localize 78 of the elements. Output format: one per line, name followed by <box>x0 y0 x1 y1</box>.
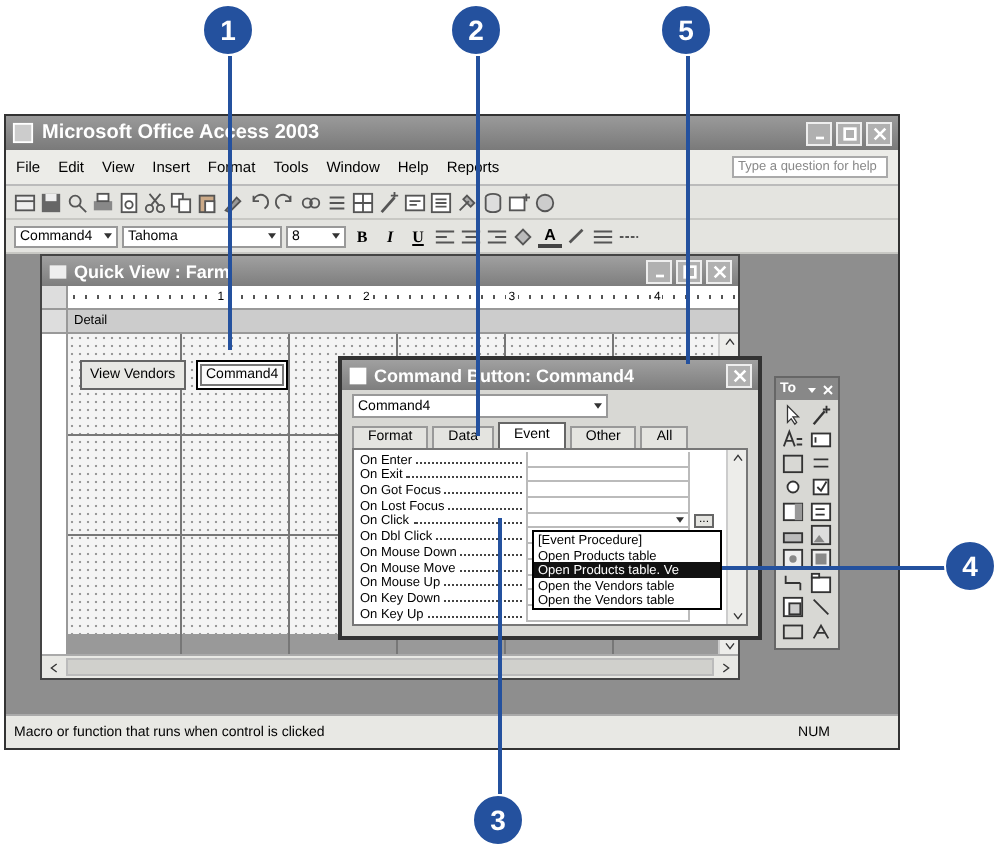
line-width-icon[interactable] <box>592 225 614 247</box>
callout-number: 4 <box>944 540 996 592</box>
close-icon <box>711 263 727 279</box>
property-field[interactable] <box>526 498 690 514</box>
list-icon[interactable] <box>326 191 348 213</box>
scroll-left-icon[interactable] <box>46 659 62 675</box>
app-icon <box>12 122 34 144</box>
line-tool-icon[interactable] <box>810 596 832 618</box>
save-icon[interactable] <box>40 191 62 213</box>
callout-number: 3 <box>472 794 524 846</box>
format-button[interactable]: U <box>406 227 430 245</box>
close-icon[interactable] <box>822 383 834 395</box>
build-icon[interactable] <box>456 191 478 213</box>
textbox-tool-icon[interactable] <box>810 428 832 450</box>
form-icon <box>48 261 68 281</box>
fill-color-icon[interactable] <box>512 225 534 247</box>
callout-number: 5 <box>660 4 712 56</box>
copy-icon[interactable] <box>170 191 192 213</box>
paste-icon[interactable] <box>196 191 218 213</box>
subform-tool-icon[interactable] <box>782 596 804 618</box>
scrollbar-thumb[interactable] <box>66 658 714 676</box>
more-tools-icon[interactable] <box>810 620 832 642</box>
group-frame-icon[interactable] <box>782 452 804 474</box>
properties-icon[interactable] <box>430 191 452 213</box>
format-button[interactable]: B <box>350 227 374 245</box>
preview-icon[interactable] <box>118 191 140 213</box>
page-break-icon[interactable] <box>782 572 804 594</box>
rectangle-tool-icon[interactable] <box>782 620 804 642</box>
close-icon <box>871 125 887 141</box>
minimize-button[interactable] <box>806 121 832 145</box>
caret-icon[interactable] <box>806 383 818 395</box>
pointer-icon[interactable] <box>782 404 804 426</box>
align-left-icon[interactable] <box>434 225 456 247</box>
help-icon[interactable] <box>534 191 556 213</box>
callout-number: 2 <box>450 4 502 56</box>
close-icon <box>731 367 747 383</box>
scroll-up-icon[interactable] <box>721 334 737 350</box>
checkbox-tool-icon[interactable] <box>810 476 832 498</box>
code-icon[interactable] <box>404 191 426 213</box>
line-color-icon[interactable] <box>566 225 588 247</box>
close-button[interactable] <box>726 363 752 387</box>
maximize-icon <box>681 263 697 279</box>
label-tool-icon[interactable] <box>782 428 804 450</box>
printer-icon[interactable] <box>92 191 114 213</box>
align-right-icon[interactable] <box>486 225 508 247</box>
combo-tool-icon[interactable] <box>782 500 804 522</box>
callout-number: 1 <box>202 4 254 56</box>
wand-icon[interactable] <box>378 191 400 213</box>
toggle-tool-icon[interactable] <box>810 452 832 474</box>
listbox-tool-icon[interactable] <box>810 500 832 522</box>
database-icon[interactable] <box>482 191 504 213</box>
scissors-icon[interactable] <box>144 191 166 213</box>
new-object-icon[interactable] <box>508 191 530 213</box>
scroll-up-icon[interactable] <box>729 450 745 466</box>
bound-frame-icon[interactable] <box>810 548 832 570</box>
undo-icon[interactable] <box>248 191 270 213</box>
grid-icon[interactable] <box>352 191 374 213</box>
caret-icon <box>264 228 280 244</box>
view-icon[interactable] <box>14 191 36 213</box>
maximize-icon <box>841 125 857 141</box>
properties-icon <box>348 365 368 385</box>
window-title: Quick View : Farm <box>74 261 232 281</box>
tab-tool-icon[interactable] <box>810 572 832 594</box>
property-field[interactable] <box>526 482 690 499</box>
caret-icon <box>100 228 116 244</box>
property-field[interactable] <box>526 452 690 468</box>
close-button[interactable] <box>866 121 892 145</box>
caret-icon <box>328 228 344 244</box>
format-button[interactable]: I <box>378 227 402 245</box>
search-icon[interactable] <box>66 191 88 213</box>
caret-icon <box>590 398 606 414</box>
redo-icon[interactable] <box>274 191 296 213</box>
font-color-button[interactable]: A <box>538 225 562 247</box>
radio-tool-icon[interactable] <box>782 476 804 498</box>
wand-icon[interactable] <box>810 404 832 426</box>
image-tool-icon[interactable] <box>810 524 832 546</box>
frame-tool-icon[interactable] <box>782 548 804 570</box>
scroll-right-icon[interactable] <box>718 659 734 675</box>
